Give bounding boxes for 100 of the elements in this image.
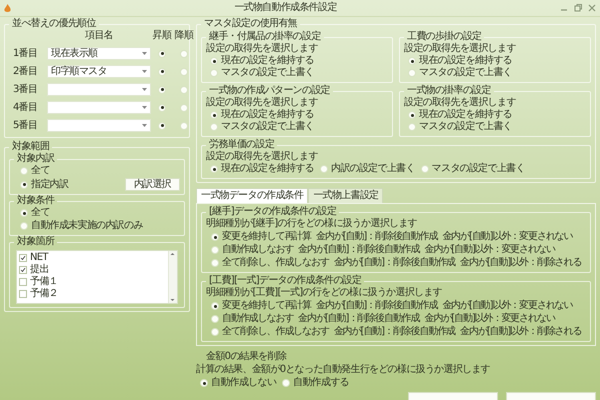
radio-button[interactable] (211, 328, 219, 336)
radio-button[interactable] (211, 246, 219, 254)
group-title: マスタ設定の使用有無 (203, 18, 298, 30)
radio-button[interactable] (158, 50, 166, 58)
option-label: 全て (31, 207, 50, 219)
option-label: 自動作成未実施の内訳のみ (31, 220, 143, 232)
prompt-text: 設定の取得先を選択します (404, 43, 517, 54)
radio-button[interactable] (180, 50, 188, 58)
option-label: マスタの設定で上書く (432, 163, 525, 175)
restore-icon[interactable] (574, 4, 582, 12)
up-arrow-icon[interactable] (169, 251, 176, 257)
rule-text: 金内が[自動]：削除後自動作成 (334, 257, 456, 269)
radio-button[interactable] (211, 233, 219, 241)
option-label: 現在の設定を維持する (221, 163, 314, 175)
rule-text: 金内が[自動]：削除後自動作成 (334, 326, 456, 338)
radio-button[interactable] (158, 68, 166, 76)
rule-text: 金内が[自動]：削除後自動作成 (298, 313, 420, 325)
caret-icon (142, 106, 147, 109)
dropdown-field[interactable]: 印字順マスタ (47, 65, 151, 78)
radio-button[interactable] (180, 122, 188, 130)
radio-button[interactable] (180, 68, 188, 76)
prompt-text: 計算の結果、金額が0となった自動発生行をどの様に扱うか選択します (196, 364, 490, 376)
scrollbar[interactable] (168, 251, 177, 303)
option-label: 指定内訳 (31, 178, 68, 190)
radio-button[interactable] (211, 259, 219, 267)
group-title: 並べ替えの優先順位 (11, 18, 98, 30)
option-label: 現在の設定を維持する (221, 109, 314, 120)
radio-button[interactable] (408, 57, 416, 65)
row-label: 4番目 (13, 102, 38, 114)
radio-button[interactable] (180, 86, 188, 94)
radio-button[interactable] (408, 123, 416, 131)
radio-button[interactable] (210, 111, 218, 119)
dropdown-field[interactable]: 現在表示順 (47, 47, 151, 60)
option-label: 変更を維持して再計算 (222, 300, 312, 312)
close-icon[interactable] (588, 4, 596, 12)
radio-button[interactable] (20, 209, 28, 217)
select-button[interactable]: 内訳選択 (124, 178, 180, 191)
rule-text: 金内が[自動]以外：変更されない (442, 231, 573, 243)
tab[interactable]: 一式物データの作成条件 (196, 188, 308, 203)
radio-button[interactable] (158, 104, 166, 112)
radio-button[interactable] (320, 165, 328, 173)
rule-text: 金内が[自動]以外：変更されない (442, 300, 573, 312)
radio-button[interactable] (211, 315, 219, 323)
group-title: 労務単価の設定 (208, 139, 276, 150)
rule-text: 金内が[自動]：削除後自動作成 (316, 231, 438, 243)
checkbox-label: NET (30, 252, 48, 264)
radio-button[interactable] (180, 104, 188, 112)
radio-button[interactable] (211, 302, 219, 310)
row-label: 5番目 (13, 120, 38, 132)
group-title: 対象範囲 (11, 141, 50, 152)
group-title: 継手・付属品の掛率の設定 (208, 31, 322, 42)
option-label: 自動作成しなおす (222, 313, 294, 325)
checkbox[interactable] (19, 278, 27, 286)
rule-text: 金内が[自動]：削除後自動作成 (316, 300, 438, 312)
tab[interactable]: 一式物上書設定 (308, 188, 384, 203)
option-label: マスタの設定で上書く (221, 121, 314, 133)
caret-icon (142, 52, 147, 55)
radio-button[interactable] (420, 165, 429, 173)
radio-button[interactable] (282, 379, 290, 387)
group-title: 工費の歩掛の設定 (406, 31, 482, 42)
rule-text: 金内が[自動]以外：削除される (460, 326, 582, 338)
radio-button[interactable] (200, 379, 208, 387)
checkbox-label: 提出 (30, 264, 49, 276)
prompt-text: 設定の取得先を選択します (206, 151, 319, 162)
down-arrow-icon[interactable] (169, 297, 176, 303)
radio-button[interactable] (408, 69, 416, 77)
option-label: 自動作成しない (211, 377, 276, 389)
option-label: 現在の設定を維持する (221, 55, 314, 66)
option-label: 変更を維持して再計算 (222, 231, 312, 243)
group-title: 一式物の作成パターンの設定 (208, 85, 331, 96)
window-title: 一式物自動作成条件設定 (233, 2, 338, 14)
checkbox-label: 予備２ (30, 288, 58, 300)
radio-button[interactable] (20, 222, 28, 230)
option-label: マスタの設定で上書く (419, 67, 512, 79)
dropdown-field[interactable] (47, 83, 151, 96)
caret-icon (142, 124, 147, 127)
radio-button[interactable] (210, 57, 218, 65)
option-label: マスタの設定で上書く (419, 121, 512, 133)
checkbox[interactable] (19, 254, 27, 262)
option-label: 現在の設定を維持する (419, 109, 512, 120)
radio-button[interactable] (20, 167, 28, 175)
checkbox[interactable] (19, 266, 27, 274)
group-title: 対象箇所 (16, 236, 56, 248)
checkbox[interactable] (19, 290, 27, 298)
radio-button[interactable] (158, 122, 166, 130)
prompt-text: 明細種別が[工費][一式]の行をどの様に扱うか選択します (206, 287, 444, 299)
checkbox-label: 予備１ (30, 276, 58, 288)
radio-button[interactable] (158, 86, 166, 94)
option-label: 内訳の設定で上書く (331, 163, 415, 175)
rule-text: 金内が[自動]：削除後自動作成 (298, 244, 420, 256)
radio-button[interactable] (210, 123, 218, 131)
row-label: 2番目 (13, 66, 38, 78)
radio-button[interactable] (210, 165, 218, 173)
radio-button[interactable] (408, 111, 416, 119)
radio-button[interactable] (210, 69, 218, 77)
option-label: 全て削除し、作成しなおす (222, 326, 329, 338)
radio-button[interactable] (20, 180, 28, 188)
dropdown-field[interactable] (47, 101, 151, 114)
prompt-text: 設定の取得先を選択します (206, 43, 319, 54)
dropdown-field[interactable] (47, 119, 151, 132)
